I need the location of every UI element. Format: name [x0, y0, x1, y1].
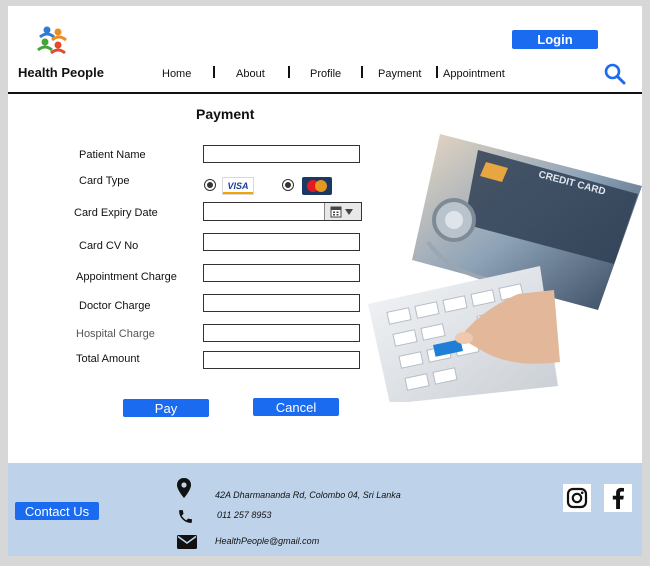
hospital-charge-label: Hospital Charge [76, 328, 155, 340]
search-icon[interactable] [604, 63, 626, 90]
calendar-dropdown-button[interactable] [324, 203, 361, 220]
location-pin-icon [177, 478, 191, 503]
page-title: Payment [196, 106, 255, 122]
contact-us-button[interactable]: Contact Us [15, 502, 99, 520]
nav-separator [361, 66, 363, 78]
nav-home[interactable]: Home [162, 68, 191, 80]
appointment-charge-label: Appointment Charge [76, 271, 177, 283]
nav-payment[interactable]: Payment [378, 68, 421, 80]
header-divider [8, 92, 642, 94]
card-expiry-input[interactable] [204, 203, 322, 220]
page: Health People Login Home About Profile P… [8, 6, 642, 556]
pay-button[interactable]: Pay [123, 399, 209, 417]
facebook-icon[interactable] [604, 484, 632, 512]
nav-profile[interactable]: Profile [310, 68, 341, 80]
envelope-icon [177, 535, 197, 554]
hospital-charge-input[interactable] [203, 324, 360, 342]
mastercard-logo-icon [302, 177, 332, 195]
visa-logo-icon: VISA [222, 177, 254, 195]
card-type-label: Card Type [79, 175, 130, 187]
login-button[interactable]: Login [512, 30, 598, 49]
footer [8, 463, 642, 556]
total-amount-input[interactable] [203, 351, 360, 369]
visa-radio[interactable] [204, 179, 216, 191]
brand-name: Health People [18, 65, 104, 80]
brand-logo-icon [36, 23, 70, 60]
nav-separator [436, 66, 438, 78]
phone-icon [177, 508, 194, 530]
keyboard-photo [368, 266, 560, 402]
total-amount-label: Total Amount [76, 353, 140, 365]
cancel-button[interactable]: Cancel [253, 398, 339, 416]
footer-phone: 011 257 8953 [217, 510, 272, 520]
footer-email: HealthPeople@gmail.com [215, 536, 320, 546]
footer-address: 42A Dharmananda Rd, Colombo 04, Sri Lank… [215, 490, 401, 500]
card-cv-label: Card CV No [79, 240, 139, 252]
card-expiry-label: Card Expiry Date [74, 207, 158, 219]
instagram-icon[interactable] [563, 484, 591, 512]
appointment-charge-input[interactable] [203, 264, 360, 282]
patient-name-input[interactable] [203, 145, 360, 163]
nav-separator [288, 66, 290, 78]
card-cv-input[interactable] [203, 233, 360, 251]
nav-about[interactable]: About [236, 68, 265, 80]
doctor-charge-input[interactable] [203, 294, 360, 312]
mastercard-radio[interactable] [282, 179, 294, 191]
payment-photo-collage: CREDIT CARD [368, 134, 642, 402]
nav-separator [213, 66, 215, 78]
patient-name-label: Patient Name [79, 149, 146, 161]
nav-appointment[interactable]: Appointment [443, 68, 505, 80]
calendar-icon [330, 206, 353, 217]
card-expiry-date-picker[interactable] [203, 202, 362, 221]
doctor-charge-label: Doctor Charge [79, 300, 151, 312]
